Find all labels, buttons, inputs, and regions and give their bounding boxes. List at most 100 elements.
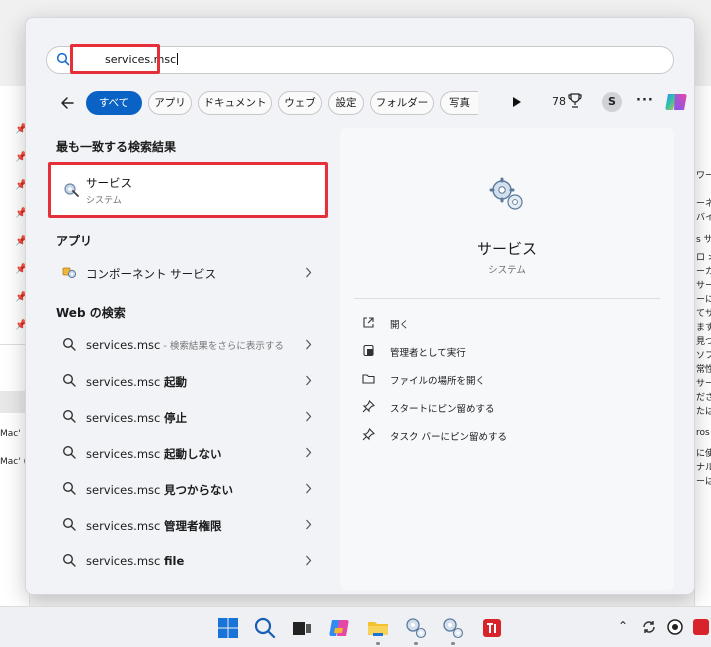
filter-chip-documents[interactable]: ドキュメント (198, 91, 272, 115)
web-query-text: services.msc (86, 375, 165, 389)
search-icon (62, 409, 76, 423)
action-pin-to-start[interactable]: スタートにピン留めする (362, 398, 622, 418)
web-query-suggestion: 見つからない (164, 483, 234, 497)
running-indicator (376, 642, 380, 645)
background-text: たは (696, 407, 711, 417)
more-filters-arrow-icon[interactable] (513, 97, 521, 107)
best-match-heading: 最も一致する検索結果 (56, 140, 177, 154)
sync-icon[interactable] (640, 618, 658, 636)
app-result-component-services[interactable]: コンポーネント サービス (48, 256, 324, 290)
search-icon[interactable] (253, 616, 277, 640)
web-query-suggestion: 起動しない (164, 447, 222, 461)
services-gear-icon[interactable] (441, 616, 465, 640)
background-text: ナル (696, 463, 711, 473)
background-text: ます (696, 323, 711, 333)
chevron-right-icon (306, 267, 312, 278)
background-text: Mac' (0, 429, 21, 439)
search-icon (62, 337, 76, 351)
web-result-label: services.msc 起動しない (86, 446, 222, 462)
web-result-label: services.msc 見つからない (86, 482, 233, 498)
services-gear-icon (64, 183, 79, 197)
action-label: 開く (390, 320, 410, 331)
tray-chevron-up-icon[interactable]: ⌃ (618, 619, 628, 633)
app-red-icon[interactable] (480, 616, 504, 640)
background-text: てサ (696, 309, 711, 319)
web-result[interactable]: services.msc 見つからない (48, 472, 324, 506)
services-app-icon (489, 177, 523, 210)
search-icon (62, 373, 76, 387)
back-arrow-icon[interactable] (58, 93, 78, 113)
web-query-suggestion: 起動 (164, 375, 188, 389)
preview-pane: サービス システム 開く 管理者として実行 ファイルの場所を開く スタートにピン… (340, 128, 674, 590)
apps-heading: アプリ (56, 234, 93, 248)
action-label: 管理者として実行 (390, 348, 466, 359)
web-result[interactable]: services.msc file (48, 544, 324, 578)
background-text: ーカ (696, 267, 711, 277)
web-result[interactable]: services.msc 停止 (48, 400, 324, 434)
action-open[interactable]: 開く (362, 314, 622, 334)
app-red-icon[interactable] (692, 618, 710, 636)
running-indicator (451, 642, 455, 645)
web-result-label: services.msc 管理者権限 (86, 518, 222, 534)
copilot-icon[interactable] (327, 616, 351, 640)
background-text: サー (696, 379, 711, 389)
filter-chip-all[interactable]: すべて (86, 91, 142, 115)
action-label: ファイルの場所を開く (390, 376, 486, 387)
web-result-label: services.msc - 検索結果をさらに表示する (86, 338, 284, 352)
chevron-right-icon (306, 339, 312, 350)
action-pin-to-taskbar[interactable]: タスク バーにピン留めする (362, 426, 622, 446)
folder-icon (362, 374, 375, 384)
rewards-trophy-icon[interactable] (568, 93, 582, 109)
web-result[interactable]: services.msc 管理者権限 (48, 508, 324, 542)
action-label: タスク バーにピン留めする (390, 432, 508, 443)
services-gear-icon[interactable] (404, 616, 428, 640)
more-options-icon[interactable]: ··· (636, 93, 654, 108)
background-text: s サ (696, 235, 711, 245)
best-match-title: サービス (86, 176, 132, 190)
web-result[interactable]: services.msc 起動しない (48, 436, 324, 470)
search-box[interactable]: services.msc (46, 46, 674, 74)
windows-start-icon[interactable] (216, 616, 240, 640)
background-text: サー (696, 281, 711, 291)
copilot-icon[interactable] (664, 90, 688, 114)
best-match-result[interactable]: サービス システム (48, 162, 324, 216)
web-result[interactable]: services.msc 起動 (48, 364, 324, 398)
action-open-file-location[interactable]: ファイルの場所を開く (362, 370, 622, 390)
open-external-icon (363, 317, 374, 328)
background-text: ソフ (696, 351, 711, 361)
web-result[interactable]: services.msc - 検索結果をさらに表示する (48, 328, 324, 362)
background-text: ーは (696, 477, 711, 487)
action-run-as-admin[interactable]: 管理者として実行 (362, 342, 622, 362)
web-result-label: services.msc 起動 (86, 374, 187, 390)
action-label: スタートにピン留めする (390, 404, 495, 415)
filter-chip-settings[interactable]: 設定 (328, 91, 364, 115)
search-input[interactable]: services.msc (105, 53, 179, 66)
chevron-right-icon (306, 483, 312, 494)
filter-chip-apps[interactable]: アプリ (148, 91, 192, 115)
background-text: ーネ (696, 199, 711, 209)
file-explorer-icon[interactable] (366, 616, 390, 640)
web-search-heading: Web の検索 (56, 306, 126, 320)
web-query-text: services.msc (86, 554, 165, 568)
filter-chip-photos[interactable]: 写真 (440, 91, 478, 115)
search-icon (62, 553, 76, 567)
search-input-text: services.msc (105, 53, 177, 66)
filter-chip-folders[interactable]: フォルダー (370, 91, 434, 115)
background-text: 見つ (696, 337, 711, 347)
component-services-icon (62, 267, 77, 279)
preview-title: サービス (476, 240, 537, 258)
search-icon (56, 52, 70, 66)
web-query-text: services.msc (86, 483, 165, 497)
background-window-right: ワー ーネ バイ s サ ロ > ーカ サー ーに てサ ます 見つ ソフ 常性… (694, 86, 711, 606)
web-result-label: services.msc 停止 (86, 410, 187, 426)
task-view-icon[interactable] (290, 616, 314, 640)
web-result-hint: - 検索結果をさらに表示する (160, 341, 284, 352)
search-icon (62, 481, 76, 495)
tray-app-icon[interactable] (666, 618, 684, 636)
filter-chip-web[interactable]: ウェブ (278, 91, 322, 115)
chevron-right-icon (306, 555, 312, 566)
background-text: 常性 (696, 365, 711, 375)
selection-indicator (48, 178, 51, 200)
chevron-right-icon (306, 411, 312, 422)
user-avatar[interactable]: S (602, 92, 622, 112)
